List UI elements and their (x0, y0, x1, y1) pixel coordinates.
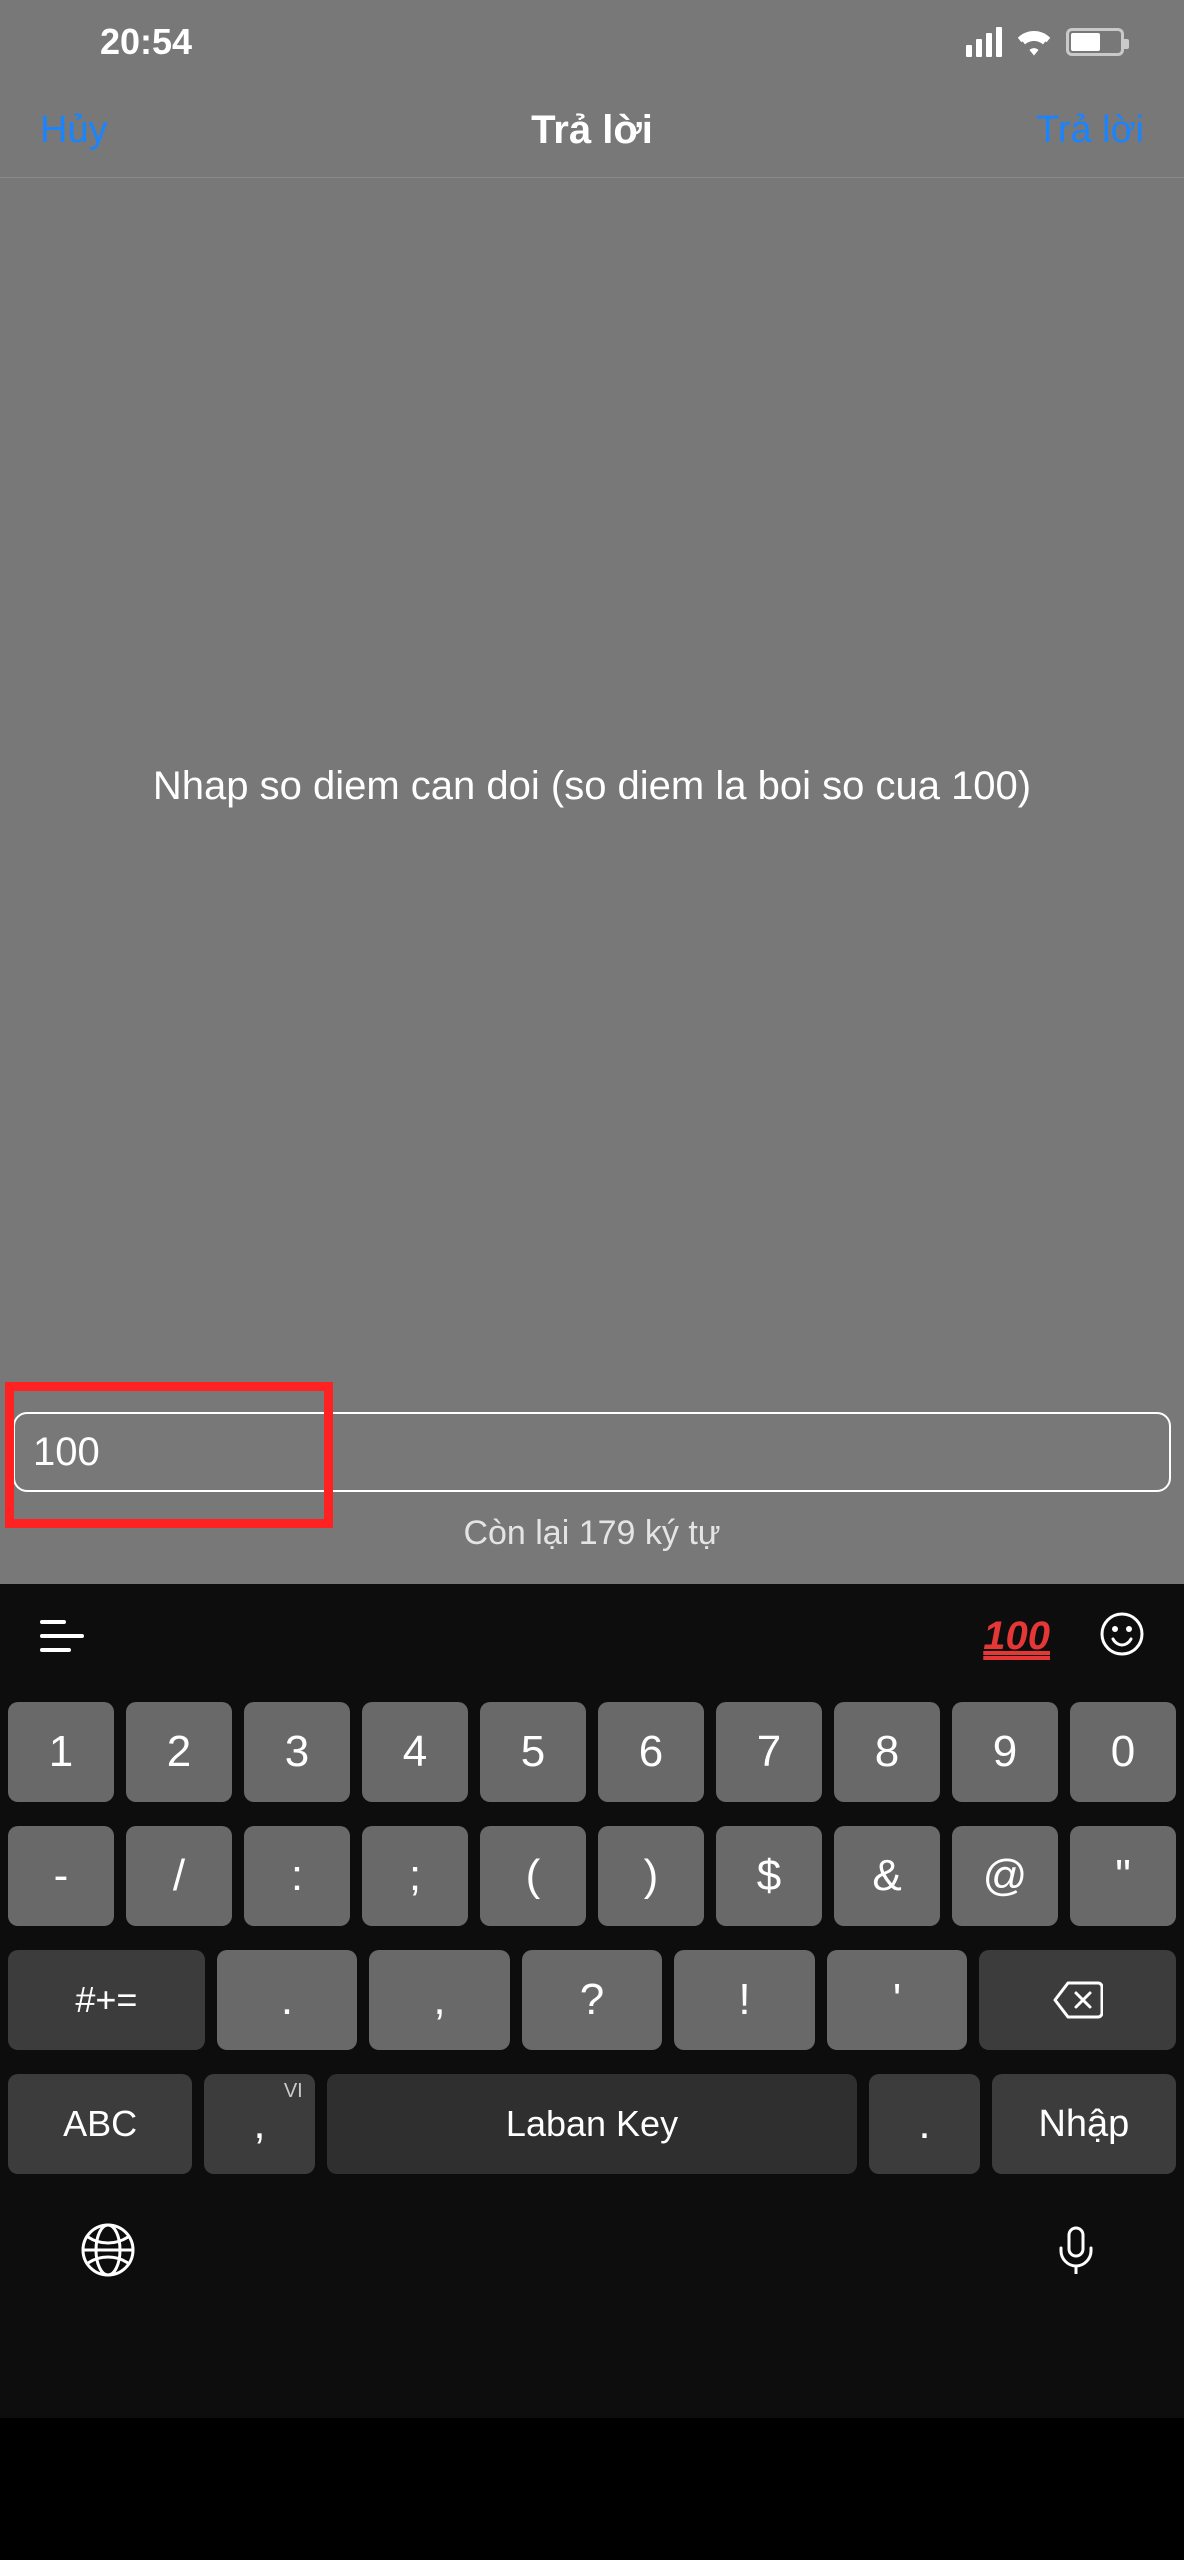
key-backspace[interactable] (979, 1950, 1176, 2050)
keyboard-toolbar: 100 (0, 1584, 1184, 1688)
key-slash[interactable]: / (126, 1826, 232, 1926)
key-comma2[interactable]: VI , (204, 2074, 315, 2174)
key-question[interactable]: ? (522, 1950, 663, 2050)
key-dollar[interactable]: $ (716, 1826, 822, 1926)
key-enter[interactable]: Nhập (992, 2074, 1176, 2174)
key-0[interactable]: 0 (1070, 1702, 1176, 1802)
keyboard: 1 2 3 4 5 6 7 8 9 0 - / : ; ( ) $ & @ " … (0, 1688, 1184, 2188)
key-3[interactable]: 3 (244, 1702, 350, 1802)
points-input[interactable] (13, 1412, 1171, 1492)
key-apostrophe[interactable]: ' (827, 1950, 968, 2050)
nav-bar: Hủy Trả lời Trả lời (0, 84, 1184, 178)
key-9[interactable]: 9 (952, 1702, 1058, 1802)
key-8[interactable]: 8 (834, 1702, 940, 1802)
battery-icon (1066, 28, 1124, 56)
cancel-button[interactable]: Hủy (40, 109, 200, 152)
key-6[interactable]: 6 (598, 1702, 704, 1802)
key-at[interactable]: @ (952, 1826, 1058, 1926)
status-right (966, 27, 1124, 57)
signal-icon (966, 27, 1002, 57)
char-count-label: Còn lại 179 ký tự (0, 1514, 1184, 1553)
key-exclaim[interactable]: ! (674, 1950, 815, 2050)
key-2[interactable]: 2 (126, 1702, 232, 1802)
key-7[interactable]: 7 (716, 1702, 822, 1802)
suggestion-100[interactable]: 100 (983, 1614, 1050, 1659)
key-symbols[interactable]: #+= (8, 1950, 205, 2050)
key-comma[interactable]: , (369, 1950, 510, 2050)
globe-icon[interactable] (80, 2222, 136, 2283)
menu-icon[interactable] (40, 1620, 84, 1652)
key-semicolon[interactable]: ; (362, 1826, 468, 1926)
key-5[interactable]: 5 (480, 1702, 586, 1802)
status-time: 20:54 (100, 21, 192, 63)
bottom-bar (0, 2188, 1184, 2418)
key-space[interactable]: Laban Key (327, 2074, 858, 2174)
status-bar: 20:54 (0, 0, 1184, 84)
key-colon[interactable]: : (244, 1826, 350, 1926)
key-quote[interactable]: " (1070, 1826, 1176, 1926)
mic-icon[interactable] (1048, 2222, 1104, 2283)
prompt-text: Nhap so diem can doi (so diem la boi so … (0, 764, 1184, 809)
content-area: Nhap so diem can doi (so diem la boi so … (0, 178, 1184, 1584)
backspace-icon (1053, 1981, 1103, 2019)
key-lparen[interactable]: ( (480, 1826, 586, 1926)
key-4[interactable]: 4 (362, 1702, 468, 1802)
emoji-icon[interactable] (1100, 1612, 1144, 1661)
key-abc[interactable]: ABC (8, 2074, 192, 2174)
nav-title: Trả lời (531, 108, 653, 153)
key-comma-sup: VI (284, 2080, 303, 2103)
key-period[interactable]: . (217, 1950, 358, 2050)
wifi-icon (1016, 28, 1052, 56)
key-dot[interactable]: . (869, 2074, 980, 2174)
submit-button[interactable]: Trả lời (984, 109, 1144, 152)
key-rparen[interactable]: ) (598, 1826, 704, 1926)
key-amp[interactable]: & (834, 1826, 940, 1926)
key-1[interactable]: 1 (8, 1702, 114, 1802)
key-dash[interactable]: - (8, 1826, 114, 1926)
